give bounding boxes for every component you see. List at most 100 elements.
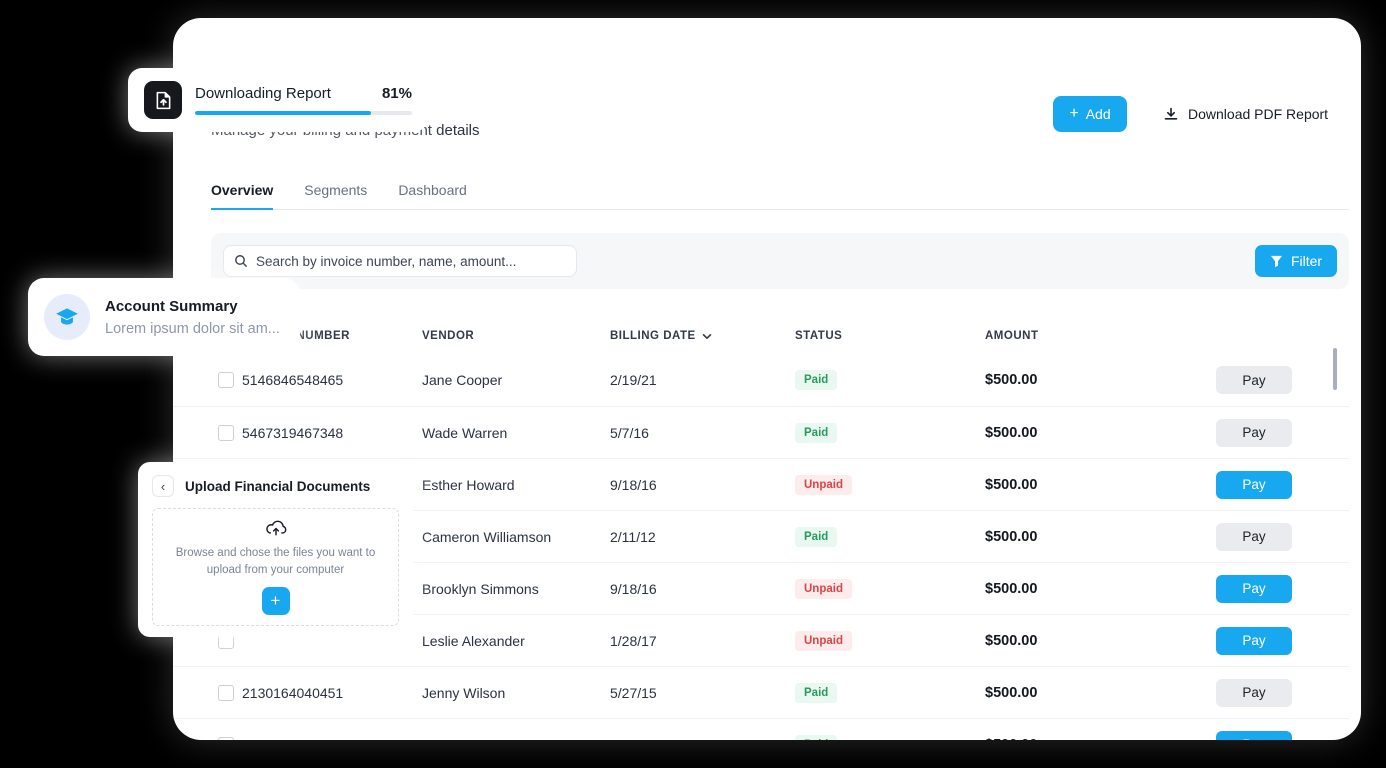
pay-button[interactable]: Pay <box>1216 626 1292 655</box>
status-badge: Paid <box>795 734 838 740</box>
avatar <box>44 294 90 340</box>
cell-vendor: Guy Hawkins <box>422 737 610 741</box>
add-file-button[interactable]: + <box>261 586 290 615</box>
filter-button[interactable]: Filter <box>1255 245 1337 277</box>
billing-date-label: BILLING DATE <box>610 330 696 342</box>
tab-overview[interactable]: Overview <box>211 182 274 210</box>
row-checkbox[interactable] <box>218 736 234 740</box>
status-badge: Paid <box>795 682 838 703</box>
account-summary-title: Account Summary <box>105 297 238 315</box>
cell-vendor: Leslie Alexander <box>422 632 525 649</box>
status-badge: Paid <box>795 422 838 443</box>
account-summary-card[interactable]: Account Summary Lorem ipsum dolor sit am… <box>28 278 300 356</box>
toast-percent: 81% <box>381 85 412 102</box>
cell-status: Paid <box>795 370 985 390</box>
cell-billing-date: 5/7/16 <box>610 424 649 441</box>
column-header-vendor: VENDOR <box>422 330 475 342</box>
pay-button[interactable]: Pay <box>1216 522 1292 551</box>
cell-status: Paid <box>795 682 985 703</box>
pay-button[interactable]: Pay <box>1216 418 1292 447</box>
toast-body: Downloading Report 81% <box>195 85 412 115</box>
cell-pay: Pay <box>1216 418 1292 447</box>
downloading-report-toast: Downloading Report 81% <box>128 68 428 132</box>
upload-card-title: Upload Financial Documents <box>185 478 371 494</box>
plus-icon: + <box>1069 105 1079 122</box>
status-badge: Paid <box>795 370 838 390</box>
cell-vendor: Jenny Wilson <box>422 684 506 701</box>
pay-button[interactable]: Pay <box>1216 678 1292 707</box>
cell-status: Unpaid <box>795 630 985 651</box>
back-button[interactable]: ‹ <box>152 475 174 497</box>
cell-pay: Pay <box>1216 574 1292 603</box>
tab-dashboard[interactable]: Dashboard <box>398 182 467 210</box>
cell-amount: $500.00 <box>985 737 1216 741</box>
cell-pay: Pay <box>1216 366 1292 394</box>
table-row: 5467319467348 Wade Warren 5/7/16 Paid $5… <box>173 406 1349 458</box>
search-filter-panel: Filter <box>211 233 1349 289</box>
download-pdf-report-label: Download PDF Report <box>1188 106 1329 122</box>
chevron-left-icon: ‹ <box>160 478 166 494</box>
table-scrollbar-thumb[interactable] <box>1333 348 1337 390</box>
cell-vendor: Jane Cooper <box>422 372 503 388</box>
cell-amount: $500.00 <box>985 372 1038 388</box>
column-header-billing-date[interactable]: BILLING DATE <box>610 330 795 342</box>
download-pdf-report-button[interactable]: Download PDF Report <box>1163 104 1328 124</box>
search-input[interactable] <box>256 253 566 269</box>
status-badge: Unpaid <box>795 474 852 495</box>
progress-bar-fill <box>195 111 371 115</box>
cell-status: Paid <box>795 422 985 443</box>
cell-pay: Pay <box>1216 626 1292 655</box>
file-dropzone[interactable]: Browse and chose the files you want to u… <box>152 508 399 626</box>
cell-amount: $500.00 <box>985 684 1038 701</box>
cell-billing-date: 2/19/21 <box>610 372 657 388</box>
table-row: 0430194645404 Guy Hawkins 3/4/16 Paid $5… <box>173 718 1349 740</box>
page-background: Manage your billing and payment details … <box>0 0 1386 768</box>
chevron-down-icon <box>702 333 712 340</box>
cell-status: Paid <box>795 526 985 547</box>
cell-vendor: Esther Howard <box>422 476 515 493</box>
cell-pay: Pay <box>1216 678 1292 707</box>
cell-pay: Pay <box>1216 522 1292 551</box>
download-icon <box>1163 106 1179 122</box>
pay-button[interactable]: Pay <box>1216 470 1292 499</box>
cell-amount: $500.00 <box>985 476 1038 493</box>
cell-billing-date: 1/28/17 <box>610 632 657 649</box>
cell-billing-date: 9/18/16 <box>610 580 657 597</box>
cell-pay: Pay <box>1216 470 1292 499</box>
cloud-upload-icon <box>265 519 287 537</box>
row-checkbox[interactable] <box>218 684 234 701</box>
cell-vendor: Cameron Williamson <box>422 528 552 545</box>
cell-invoice-number: 0430194645404 <box>242 737 422 741</box>
status-badge: Paid <box>795 526 838 547</box>
table-header-row: INVOICE NUMBER VENDOR BILLING DATE STATU… <box>173 318 1349 354</box>
row-checkbox[interactable] <box>218 424 234 441</box>
summary-text: Account Summary Lorem ipsum dolor sit am… <box>105 298 280 337</box>
table-row: 2130164040451 Jenny Wilson 5/27/15 Paid … <box>173 666 1349 718</box>
search-box <box>223 245 577 277</box>
column-header-amount: AMOUNT <box>985 330 1039 342</box>
search-icon <box>234 254 248 268</box>
column-header-status: STATUS <box>795 330 843 342</box>
pay-button[interactable]: Pay <box>1216 366 1292 394</box>
cell-billing-date: 5/27/15 <box>610 684 657 701</box>
filter-icon <box>1270 255 1283 268</box>
cell-billing-date: 9/18/16 <box>610 476 657 493</box>
cell-vendor: Wade Warren <box>422 424 508 441</box>
cell-billing-date: 2/11/12 <box>610 528 656 545</box>
add-button[interactable]: + Add <box>1053 96 1127 132</box>
cell-amount: $500.00 <box>985 580 1038 597</box>
cell-invoice-number: 5467319467348 <box>242 424 344 441</box>
cell-billing-date: 3/4/16 <box>610 737 795 741</box>
pay-button[interactable]: Pay <box>1216 574 1292 603</box>
upload-financial-documents-card: ‹ Upload Financial Documents Browse and … <box>138 462 413 637</box>
dropzone-description: Browse and chose the files you want to u… <box>175 547 376 576</box>
table-row: 5146846548465 Jane Cooper 2/19/21 Paid $… <box>173 354 1349 406</box>
cell-pay: Pay <box>1216 730 1292 740</box>
cell-invoice-number: 5146846548465 <box>242 372 344 388</box>
tab-segments[interactable]: Segments <box>304 182 367 210</box>
row-checkbox[interactable] <box>218 372 234 388</box>
status-badge: Unpaid <box>795 578 852 599</box>
pay-button[interactable]: Pay <box>1216 730 1292 740</box>
cell-vendor: Brooklyn Simmons <box>422 580 539 597</box>
toast-title: Downloading Report <box>195 85 331 102</box>
